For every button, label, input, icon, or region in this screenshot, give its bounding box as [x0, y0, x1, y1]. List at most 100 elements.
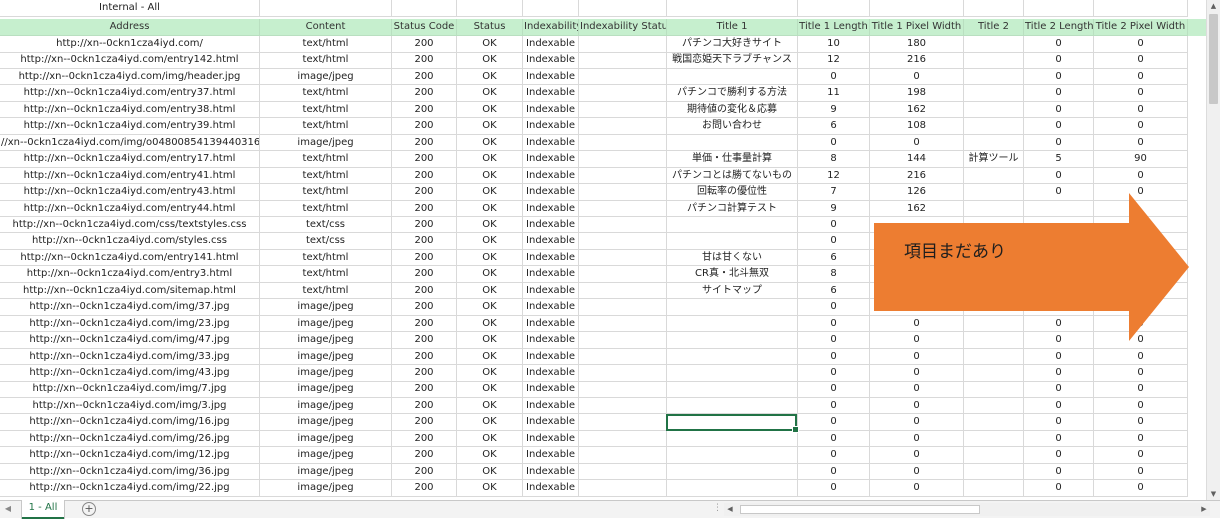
vertical-scroll-thumb[interactable]: [1209, 14, 1218, 104]
cell-title-1-length[interactable]: 0: [798, 332, 870, 349]
cell-title-1-pixel-width[interactable]: 198: [870, 85, 964, 102]
cell-content[interactable]: image/jpeg: [260, 381, 392, 398]
scroll-right-icon[interactable]: ▶: [1198, 503, 1210, 516]
cell-title-2-length[interactable]: 0: [1024, 68, 1094, 86]
cell-content[interactable]: image/jpeg: [260, 397, 392, 415]
cell-address[interactable]: http://xn--0ckn1cza4iyd.com/img/33.jpg: [0, 348, 260, 366]
cell-status[interactable]: OK: [457, 266, 523, 283]
cell-indexability[interactable]: Indexable: [523, 52, 579, 69]
cell-title-1[interactable]: [667, 299, 798, 316]
cell-indexability-status[interactable]: [579, 348, 667, 366]
cell-content[interactable]: image/jpeg: [260, 414, 392, 431]
cell-status-code[interactable]: 200: [392, 315, 457, 333]
cell-indexability-status[interactable]: [579, 430, 667, 448]
cell-title-2[interactable]: [964, 480, 1024, 497]
cell-title-1-length[interactable]: 6: [798, 282, 870, 300]
cell-title-2-length[interactable]: 0: [1024, 348, 1094, 366]
cell-indexability[interactable]: Indexable: [523, 447, 579, 464]
cell-title-2[interactable]: [964, 381, 1024, 398]
column-header-title-2-length[interactable]: Title 2 Length: [1024, 19, 1094, 36]
cell-title-2-pixel-width[interactable]: 0: [1094, 447, 1188, 464]
cell-address[interactable]: http://xn--0ckn1cza4iyd.com/entry44.html: [0, 200, 260, 217]
cell-address[interactable]: http://xn--0ckn1cza4iyd.com/css/textstyl…: [0, 216, 260, 234]
cell-content[interactable]: text/html: [260, 52, 392, 69]
cell-indexability-status[interactable]: [579, 151, 667, 168]
empty-cell[interactable]: [457, 0, 523, 17]
cell-status-code[interactable]: 200: [392, 463, 457, 481]
cell-address[interactable]: http://xn--0ckn1cza4iyd.com/entry141.htm…: [0, 249, 260, 267]
cell-title-2-length[interactable]: 0: [1024, 101, 1094, 119]
column-header-address[interactable]: Address: [0, 19, 260, 36]
cell-title-2-length[interactable]: 0: [1024, 365, 1094, 382]
cell-title-2[interactable]: [964, 430, 1024, 448]
cell-indexability-status[interactable]: [579, 52, 667, 69]
cell-status-code[interactable]: 200: [392, 85, 457, 102]
cell-title-2-length[interactable]: 0: [1024, 447, 1094, 464]
cell-status[interactable]: OK: [457, 332, 523, 349]
cell-title-2-pixel-width[interactable]: 0: [1094, 365, 1188, 382]
cell-status-code[interactable]: 200: [392, 151, 457, 168]
cell-indexability[interactable]: Indexable: [523, 299, 579, 316]
cell-status-code[interactable]: 200: [392, 447, 457, 464]
cell-content[interactable]: image/jpeg: [260, 299, 392, 316]
cell-title-2[interactable]: [964, 118, 1024, 135]
cell-content[interactable]: image/jpeg: [260, 463, 392, 481]
cell-address[interactable]: http://xn--0ckn1cza4iyd.com/styles.css: [0, 233, 260, 250]
cell-title-1-length[interactable]: 0: [798, 447, 870, 464]
cell-content[interactable]: text/css: [260, 233, 392, 250]
cell-title-1-length[interactable]: 6: [798, 249, 870, 267]
cell-address[interactable]: http://xn--0ckn1cza4iyd.com/entry142.htm…: [0, 52, 260, 69]
cell-content[interactable]: text/css: [260, 216, 392, 234]
cell-status[interactable]: OK: [457, 216, 523, 234]
cell-status[interactable]: OK: [457, 315, 523, 333]
cell-content[interactable]: image/jpeg: [260, 68, 392, 86]
cell-title-2-pixel-width[interactable]: 0: [1094, 381, 1188, 398]
cell-title-1[interactable]: パチンコとは勝てないもの: [667, 167, 798, 185]
cell-title-1-length[interactable]: 0: [798, 414, 870, 431]
cell-title-1[interactable]: パチンコ大好きサイト: [667, 36, 798, 53]
cell-status-code[interactable]: 200: [392, 101, 457, 119]
horizontal-scroll-thumb[interactable]: [740, 505, 980, 514]
cell-address[interactable]: http://xn--0ckn1cza4iyd.com/entry43.html: [0, 184, 260, 201]
cell-address[interactable]: http://xn--0ckn1cza4iyd.com/img/36.jpg: [0, 463, 260, 481]
cell-status-code[interactable]: 200: [392, 480, 457, 497]
cell-title-1-pixel-width[interactable]: 216: [870, 52, 964, 69]
cell-status[interactable]: OK: [457, 282, 523, 300]
cell-content[interactable]: image/jpeg: [260, 447, 392, 464]
cell-indexability[interactable]: Indexable: [523, 480, 579, 497]
column-header-content[interactable]: Content: [260, 19, 392, 36]
cell-content[interactable]: image/jpeg: [260, 134, 392, 152]
cell-indexability-status[interactable]: [579, 447, 667, 464]
cell-indexability-status[interactable]: [579, 266, 667, 283]
cell-indexability[interactable]: Indexable: [523, 282, 579, 300]
cell-indexability-status[interactable]: [579, 282, 667, 300]
scroll-left-icon[interactable]: ◀: [724, 503, 736, 516]
empty-cell[interactable]: [1094, 0, 1188, 17]
cell-title-2-pixel-width[interactable]: 0: [1094, 52, 1188, 69]
column-header-status[interactable]: Status: [457, 19, 523, 36]
cell-address[interactable]: http://xn--0ckn1cza4iyd.com/img/16.jpg: [0, 414, 260, 431]
cell-title-2-pixel-width[interactable]: 0: [1094, 85, 1188, 102]
cell-title-1[interactable]: [667, 397, 798, 415]
cell-title-1[interactable]: 期待値の変化＆応募: [667, 101, 798, 119]
cell-status-code[interactable]: 200: [392, 348, 457, 366]
cell-indexability[interactable]: Indexable: [523, 430, 579, 448]
cell-content[interactable]: image/jpeg: [260, 348, 392, 366]
empty-cell[interactable]: [1024, 0, 1094, 17]
cell-content[interactable]: text/html: [260, 266, 392, 283]
cell-title-1-pixel-width[interactable]: 0: [870, 414, 964, 431]
column-header-title-1-pixel-width[interactable]: Title 1 Pixel Width: [870, 19, 964, 36]
cell-content[interactable]: text/html: [260, 101, 392, 119]
cell-title-2-pixel-width[interactable]: 0: [1094, 480, 1188, 497]
cell-status-code[interactable]: 200: [392, 167, 457, 185]
cell-title-1-pixel-width[interactable]: 162: [870, 101, 964, 119]
cell-title-1[interactable]: 単価・仕事量計算: [667, 151, 798, 168]
column-header-status-code[interactable]: Status Code: [392, 19, 457, 36]
cell-indexability-status[interactable]: [579, 85, 667, 102]
cell-status[interactable]: OK: [457, 381, 523, 398]
cell-title-2[interactable]: [964, 52, 1024, 69]
cell-status[interactable]: OK: [457, 249, 523, 267]
cell-indexability-status[interactable]: [579, 299, 667, 316]
cell-title-2-pixel-width[interactable]: 0: [1094, 118, 1188, 135]
cell-title-1-pixel-width[interactable]: 144: [870, 151, 964, 168]
